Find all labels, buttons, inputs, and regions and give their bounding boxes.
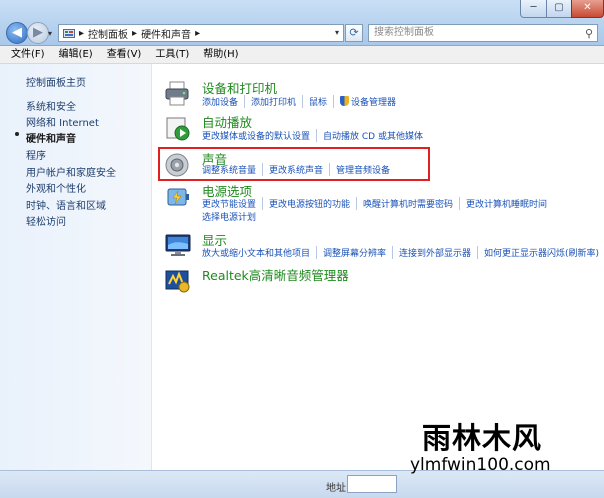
menu-bar: 文件(F) 编辑(E) 查看(V) 工具(T) 帮助(H) [0,46,604,64]
forward-button[interactable]: ▶ [27,22,49,44]
category-links: 放大或缩小文本和其他项目 调整屏幕分辨率 连接到外部显示器 如何更正显示器闪烁(… [202,246,604,259]
search-icon[interactable]: ⚲ [585,26,593,42]
sidebar-item-user-accounts[interactable]: 用户帐户和家庭安全 [26,164,116,179]
category-links: 选择电源计划 [202,210,262,223]
sidebar-item-appearance[interactable]: 外观和个性化 [26,180,86,195]
watermark-text: 雨林木风 [422,421,543,455]
address-dropdown[interactable]: ▾ [330,24,344,42]
sidebar-item-network-internet[interactable]: 网络和 Internet [26,114,99,129]
link-sleep-time[interactable]: 更改计算机睡眠时间 [466,197,553,210]
search-input[interactable]: 搜索控制面板 ⚲ [368,24,598,42]
link-mouse[interactable]: 鼠标 [309,95,335,108]
active-bullet-icon [15,132,19,136]
minimize-button[interactable]: ─ [520,0,547,18]
link-add-printer[interactable]: 添加打印机 [251,95,304,108]
menu-file[interactable]: 文件(F) [4,46,52,63]
main-content: 设备和打印机 添加设备 添加打印机 鼠标 设备管理器 自动播放 更改媒体或设备的… [152,64,604,470]
menu-tools[interactable]: 工具(T) [148,46,196,63]
menu-help[interactable]: 帮助(H) [196,46,245,63]
highlight-box [158,147,430,181]
sidebar-item-programs[interactable]: 程序 [26,147,46,162]
link-text-size[interactable]: 放大或缩小文本和其他项目 [202,246,318,259]
printer-icon [165,81,189,106]
shield-icon [340,96,350,106]
link-label: 设备管理器 [351,98,397,108]
sidebar-item-control-panel-home[interactable]: 控制面板主页 [26,74,86,89]
link-choose-power-plan[interactable]: 选择电源计划 [202,210,262,223]
chevron-down-icon: ▾ [48,29,53,38]
arrow-right-icon: ▶ [33,25,43,40]
breadcrumb-separator: ▸ [79,27,85,39]
address-label: 地址 [326,483,346,494]
sidebar-item-clock-language[interactable]: 时钟、语言和区域 [26,197,106,212]
menu-edit[interactable]: 编辑(E) [52,46,100,63]
link-media-defaults[interactable]: 更改媒体或设备的默认设置 [202,129,318,142]
monitor-icon [165,234,191,256]
sidebar-item-ease-of-access[interactable]: 轻松访问 [26,213,66,228]
autoplay-icon [166,117,190,141]
category-links: 更改媒体或设备的默认设置 自动播放 CD 或其他媒体 [202,129,429,142]
refresh-button[interactable]: ⟳ [345,24,363,42]
link-autoplay-cd[interactable]: 自动播放 CD 或其他媒体 [323,129,429,142]
realtek-audio-icon [165,270,190,293]
link-screen-resolution[interactable]: 调整屏幕分辨率 [323,246,394,259]
link-power-saving[interactable]: 更改节能设置 [202,197,264,210]
sidebar-item-hardware-sound[interactable]: 硬件和声音 [26,130,76,145]
address-bar[interactable]: ▸ 控制面板 ▸ 硬件和声音 ▸ [58,24,344,42]
battery-icon [167,188,189,206]
back-button[interactable]: ◀ [6,22,28,44]
breadcrumb-separator: ▸ [195,27,201,39]
category-links: 添加设备 添加打印机 鼠标 设备管理器 [202,95,402,108]
sidebar-item-system-security[interactable]: 系统和安全 [26,98,76,113]
category-title[interactable]: Realtek高清晰音频管理器 [202,265,349,284]
breadcrumb-hardware-sound[interactable]: 硬件和声音 [141,26,191,41]
link-wake-password[interactable]: 唤醒计算机时需要密码 [363,197,461,210]
address-field[interactable] [347,475,397,493]
link-external-display[interactable]: 连接到外部显示器 [399,246,479,259]
search-placeholder: 搜索控制面板 [374,27,434,38]
maximize-button[interactable]: ▢ [546,0,572,18]
refresh-icon: ⟳ [349,26,359,39]
control-panel-icon [63,28,75,38]
close-button[interactable]: ✕ [571,0,604,18]
link-power-buttons[interactable]: 更改电源按钮的功能 [269,197,358,210]
arrow-left-icon: ◀ [12,25,22,40]
breadcrumb-control-panel[interactable]: 控制面板 [88,26,128,41]
breadcrumb-separator: ▸ [132,27,138,39]
link-add-device[interactable]: 添加设备 [202,95,246,108]
watermark-url: ylmfwin100.com [410,455,551,475]
title-bar: ─ ▢ ✕ ◀ ▶ ▾ ▸ 控制面板 ▸ 硬件和声音 ▸ ▾ ⟳ 搜索控制面板 … [0,0,604,46]
chevron-down-icon: ▾ [334,28,339,37]
link-refresh-rate[interactable]: 如何更正显示器闪烁(刷新率) [484,246,604,259]
category-links: 更改节能设置 更改电源按钮的功能 唤醒计算机时需要密码 更改计算机睡眠时间 [202,197,553,210]
link-device-manager[interactable]: 设备管理器 [340,95,402,108]
recent-pages-dropdown[interactable]: ▾ [48,29,52,38]
menu-view[interactable]: 查看(V) [100,46,149,63]
